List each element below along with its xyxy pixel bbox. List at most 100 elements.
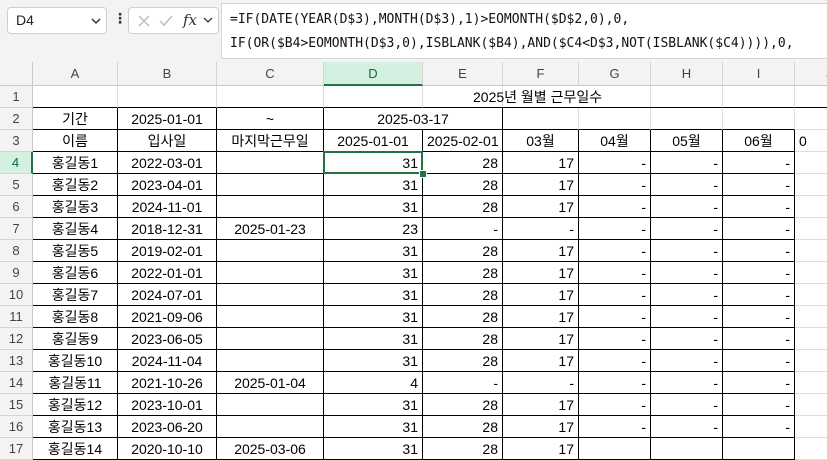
cell-j13[interactable] <box>795 350 827 372</box>
cell-h5[interactable]: - <box>651 174 723 196</box>
cell-h3[interactable]: 05월 <box>651 130 723 152</box>
cell-h7[interactable]: - <box>651 218 723 240</box>
cell-g16[interactable]: - <box>579 416 651 438</box>
column-header-j[interactable]: J <box>795 62 827 86</box>
cell-i2[interactable] <box>723 108 795 130</box>
cell-j4[interactable] <box>795 152 827 174</box>
chevron-down-icon[interactable] <box>203 16 213 24</box>
cell-b8[interactable]: 2019-02-01 <box>118 240 217 262</box>
cell-a3[interactable]: 이름 <box>33 130 118 152</box>
cell-j15[interactable] <box>795 394 827 416</box>
cell-f16[interactable]: 17 <box>503 416 579 438</box>
cell-d12[interactable]: 31 <box>324 328 423 350</box>
cell-d6[interactable]: 31 <box>324 196 423 218</box>
cell-f15[interactable]: 17 <box>503 394 579 416</box>
cell-e8[interactable]: 28 <box>423 240 503 262</box>
cell-g7[interactable]: - <box>579 218 651 240</box>
cell-i16[interactable]: - <box>723 416 795 438</box>
cell-c10[interactable] <box>217 284 324 306</box>
cell-a6[interactable]: 홍길동3 <box>33 196 118 218</box>
cell-b14[interactable]: 2021-10-26 <box>118 372 217 394</box>
cell-j6[interactable] <box>795 196 827 218</box>
cell-d17[interactable]: 31 <box>324 438 423 460</box>
cell-f14[interactable]: - <box>503 372 579 394</box>
cell-a2[interactable]: 기간 <box>33 108 118 130</box>
chevron-down-icon[interactable] <box>90 16 102 26</box>
cell-i6[interactable]: - <box>723 196 795 218</box>
cell-g2[interactable] <box>579 108 651 130</box>
cell-h13[interactable]: - <box>651 350 723 372</box>
cell-d15[interactable]: 31 <box>324 394 423 416</box>
column-header-b[interactable]: B <box>118 62 217 86</box>
cell-h12[interactable]: - <box>651 328 723 350</box>
cell-j14[interactable] <box>795 372 827 394</box>
cell-b6[interactable]: 2024-11-01 <box>118 196 217 218</box>
cell-e10[interactable]: 28 <box>423 284 503 306</box>
cell-h14[interactable]: - <box>651 372 723 394</box>
cell-a11[interactable]: 홍길동8 <box>33 306 118 328</box>
cell-e13[interactable]: 28 <box>423 350 503 372</box>
row-header-6[interactable]: 6 <box>0 196 33 218</box>
cell-e14[interactable]: - <box>423 372 503 394</box>
cell-c12[interactable] <box>217 328 324 350</box>
cell-h9[interactable]: - <box>651 262 723 284</box>
name-box[interactable]: D4 <box>7 7 107 34</box>
cell-i7[interactable]: - <box>723 218 795 240</box>
cell-c8[interactable] <box>217 240 324 262</box>
cell-j7[interactable] <box>795 218 827 240</box>
column-header-a[interactable]: A <box>33 62 118 86</box>
cell-h11[interactable]: - <box>651 306 723 328</box>
cell-a16[interactable]: 홍길동13 <box>33 416 118 438</box>
cell-j2[interactable] <box>795 108 827 130</box>
cell-a8[interactable]: 홍길동5 <box>33 240 118 262</box>
cell-c9[interactable] <box>217 262 324 284</box>
cell-f6[interactable]: 17 <box>503 196 579 218</box>
cell-c3[interactable]: 마지막근무일 <box>217 130 324 152</box>
cell-f11[interactable]: 17 <box>503 306 579 328</box>
cell-f12[interactable]: 17 <box>503 328 579 350</box>
cell-j16[interactable] <box>795 416 827 438</box>
cell-g17[interactable] <box>579 438 651 460</box>
cell-g13[interactable]: - <box>579 350 651 372</box>
cell-e7[interactable]: - <box>423 218 503 240</box>
cell-d16[interactable]: 31 <box>324 416 423 438</box>
cell-d2[interactable]: 2025-03-17 <box>324 108 503 130</box>
cell-c17[interactable]: 2025-03-06 <box>217 438 324 460</box>
row-header-7[interactable]: 7 <box>0 218 33 240</box>
cell-h17[interactable] <box>651 438 723 460</box>
cell-e12[interactable]: 28 <box>423 328 503 350</box>
column-header-d[interactable]: D <box>324 62 423 86</box>
cell-g8[interactable]: - <box>579 240 651 262</box>
cell-h2[interactable] <box>651 108 723 130</box>
cell-j10[interactable] <box>795 284 827 306</box>
cell-j8[interactable] <box>795 240 827 262</box>
cell-e17[interactable]: 28 <box>423 438 503 460</box>
cell-f7[interactable]: - <box>503 218 579 240</box>
cell-g12[interactable]: - <box>579 328 651 350</box>
cell-e5[interactable]: 28 <box>423 174 503 196</box>
cell-g5[interactable]: - <box>579 174 651 196</box>
cell-i3[interactable]: 06월 <box>723 130 795 152</box>
formula-input[interactable]: =IF(DATE(YEAR(D$3),MONTH(D$3),1)>EOMONTH… <box>221 3 827 59</box>
row-header-14[interactable]: 14 <box>0 372 33 394</box>
cancel-icon[interactable] <box>135 12 153 30</box>
cell-h8[interactable]: - <box>651 240 723 262</box>
cell-d9[interactable]: 31 <box>324 262 423 284</box>
cell-g9[interactable]: - <box>579 262 651 284</box>
cell-b10[interactable]: 2024-07-01 <box>118 284 217 306</box>
cell-e16[interactable]: 28 <box>423 416 503 438</box>
cell-d3[interactable]: 2025-01-01 <box>324 130 423 152</box>
cell-d7[interactable]: 23 <box>324 218 423 240</box>
row-header-8[interactable]: 8 <box>0 240 33 262</box>
cell-a10[interactable]: 홍길동7 <box>33 284 118 306</box>
cell-a12[interactable]: 홍길동9 <box>33 328 118 350</box>
cell-b5[interactable]: 2023-04-01 <box>118 174 217 196</box>
row-header-15[interactable]: 15 <box>0 394 33 416</box>
cell-b15[interactable]: 2023-10-01 <box>118 394 217 416</box>
cell-h4[interactable]: - <box>651 152 723 174</box>
cell-f3[interactable]: 03월 <box>503 130 579 152</box>
cell-c16[interactable] <box>217 416 324 438</box>
row-header-12[interactable]: 12 <box>0 328 33 350</box>
select-all-corner[interactable] <box>0 62 33 86</box>
cell-d5[interactable]: 31 <box>324 174 423 196</box>
